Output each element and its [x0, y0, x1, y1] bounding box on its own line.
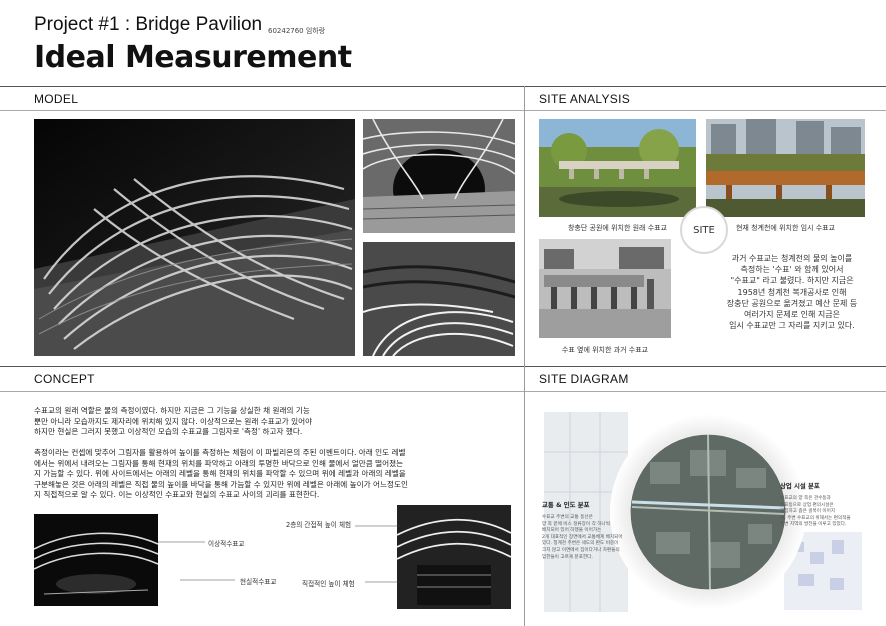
student-id: 60242760 임하랑: [268, 27, 326, 35]
label-real-bridge: 현실적수표교: [240, 578, 277, 586]
concept-header-divider: [0, 391, 886, 392]
caption-original-bridge: 창충단 공원에 위치한 원래 수표교: [567, 224, 668, 232]
section-concept: CONCEPT: [34, 372, 95, 386]
caption-temp-bridge: 현재 청계천에 위치한 임시 수표교: [735, 224, 836, 232]
site-badge-label: SITE: [693, 224, 715, 236]
caption-past-bridge: 수표 옆에 위치한 과거 수표교: [561, 346, 649, 354]
diagram-left-line: 있다. 청계천 주변은 세도의 판도 비중이: [542, 541, 619, 547]
concept-line: 측정이라는 컨셉에 맞추어 그림자를 활용하여 높이를 측정하는 체험이 이 파…: [34, 448, 406, 457]
diagram-left-legend: 교통 & 인도 분포 수표교 주변의 교통 동선은 양 쪽 끝에 비스 정류장이…: [542, 500, 632, 561]
site-photo-original-bridge: [539, 119, 696, 217]
section-site-analysis: SITE ANALYSIS: [539, 92, 631, 106]
concept-photo-left: [34, 514, 158, 606]
diagram-left-line: 임한들이 고르게 분포한다.: [542, 554, 593, 560]
concept-line: 지 가늠할 수 있다. 위에 사이트에서는 아래의 레벨을 통해 현재의 위치를…: [34, 469, 406, 479]
site-photo-past-bridge: [539, 239, 671, 338]
diagram-left-line: 수표교 주변의 교통 동선은: [542, 515, 593, 520]
project-title: Project #1 : Bridge Pavilion: [34, 14, 263, 35]
diagram-left-text: 수표교 주변의 교통 동선은 양 쪽 끝에 비스 정류장이 각 하나씩 배치되어…: [542, 515, 632, 561]
concept-paragraph-1: 수표교의 원래 역할은 물의 측정이였다. 하지만 지금은 그 기능을 상실한 …: [34, 406, 504, 438]
site-photo-temp-bridge: [706, 119, 865, 217]
concept-line: 하지만 현실은 그러지 못했고 이상적인 모습의 수표교를 그림자로 '측정' …: [34, 427, 303, 437]
concept-line: 구분해놓은 것은 아래의 레벨은 직접 물의 높이를 바닥을 통해 가늠할 수 …: [34, 479, 408, 489]
diagram-left-line: 배치되어 있어 하행을 이어가는: [542, 528, 602, 534]
label-indirect-height: 2층의 간접적 높이 체험: [286, 521, 352, 529]
diagram-right-legend: 상업 시설 분포 수표교의 양 쪽은 관수동과 수표동으로 상업 편의시설은 밀…: [780, 481, 870, 529]
concept-paragraph-2: 측정이라는 컨셉에 맞추어 그림자를 활용하여 높이를 측정하는 체험이 이 파…: [34, 448, 504, 501]
concept-line: 뿐만 아니라 모습까지도 제자리에 위치해 있지 않다. 이상적으로는 원래 수…: [34, 416, 313, 426]
site-description-line: 과거 수표교는 청계천의 물의 높이를: [731, 254, 853, 263]
model-photo-arch: [363, 119, 515, 233]
site-description-line: 측정하는 '수표' 와 함께 있어서: [740, 265, 844, 275]
site-description-line: 임시 수표교만 그 자리를 지키고 있다.: [729, 321, 855, 331]
site-badge: SITE: [680, 206, 728, 254]
header-divider: [0, 86, 886, 87]
diagram-right-text: 수표교의 양 쪽은 관수동과 수표동으로 상업 편의시설은 밀집하고 좁은 골목…: [780, 496, 870, 529]
diagram-right-title: 상업 시설 분포: [780, 482, 820, 490]
concept-line: 에서는 위에서 내려오는 그림자를 통해 현재의 위치를 파악하고 아래의 투명…: [34, 458, 404, 468]
diagram-right-line: 주변 지역의 발전을 이루고 있었다.: [780, 522, 847, 528]
model-photo-detail: [363, 242, 515, 356]
section-model: MODEL: [34, 92, 79, 106]
site-description-line: 1958년 청계천 복개공사로 인해: [737, 287, 847, 297]
diagram-left-title: 교통 & 인도 분포: [542, 501, 590, 509]
concept-line: 지 직접적으로 알 수 있다. 이는 이상적인 수표교와 현실의 수표교 사이의…: [34, 490, 320, 500]
diagram-right-line: 수표교의 양 쪽은 관수동과: [780, 496, 831, 501]
diagram-left-line: 크지 않고 이면에서 집이다거나 차편들의: [542, 547, 620, 553]
site-description: 과거 수표교는 청계천의 물의 높이를 측정하는 '수표' 와 함께 있어서 "…: [714, 253, 870, 331]
middle-divider: [0, 366, 886, 367]
site-description-line: "수표교" 라고 불렸다. 하지만 지금은: [730, 276, 854, 286]
model-header-divider: [0, 110, 886, 111]
label-ideal-bridge: 이상적수표교: [208, 540, 245, 548]
section-site-diagram: SITE DIAGRAM: [539, 372, 629, 386]
column-divider: [524, 86, 525, 626]
site-description-line: 장충단 공원으로 옮겨졌고 예산 문제 등: [726, 298, 858, 308]
concept-photo-right: [397, 505, 511, 609]
diagram-right-line: 밀집하고 좁은 골목이 이어지: [780, 509, 836, 515]
main-title: Ideal Measurement: [34, 40, 352, 75]
label-direct-height: 직접적인 높이 체험: [302, 580, 355, 588]
model-photo-main: [34, 119, 355, 356]
concept-line: 수표교의 원래 역할은 물의 측정이였다. 하지만 지금은 그 기능을 상실한 …: [34, 406, 310, 415]
site-description-line: 여러가지 문제로 인해 지금은: [744, 310, 840, 320]
